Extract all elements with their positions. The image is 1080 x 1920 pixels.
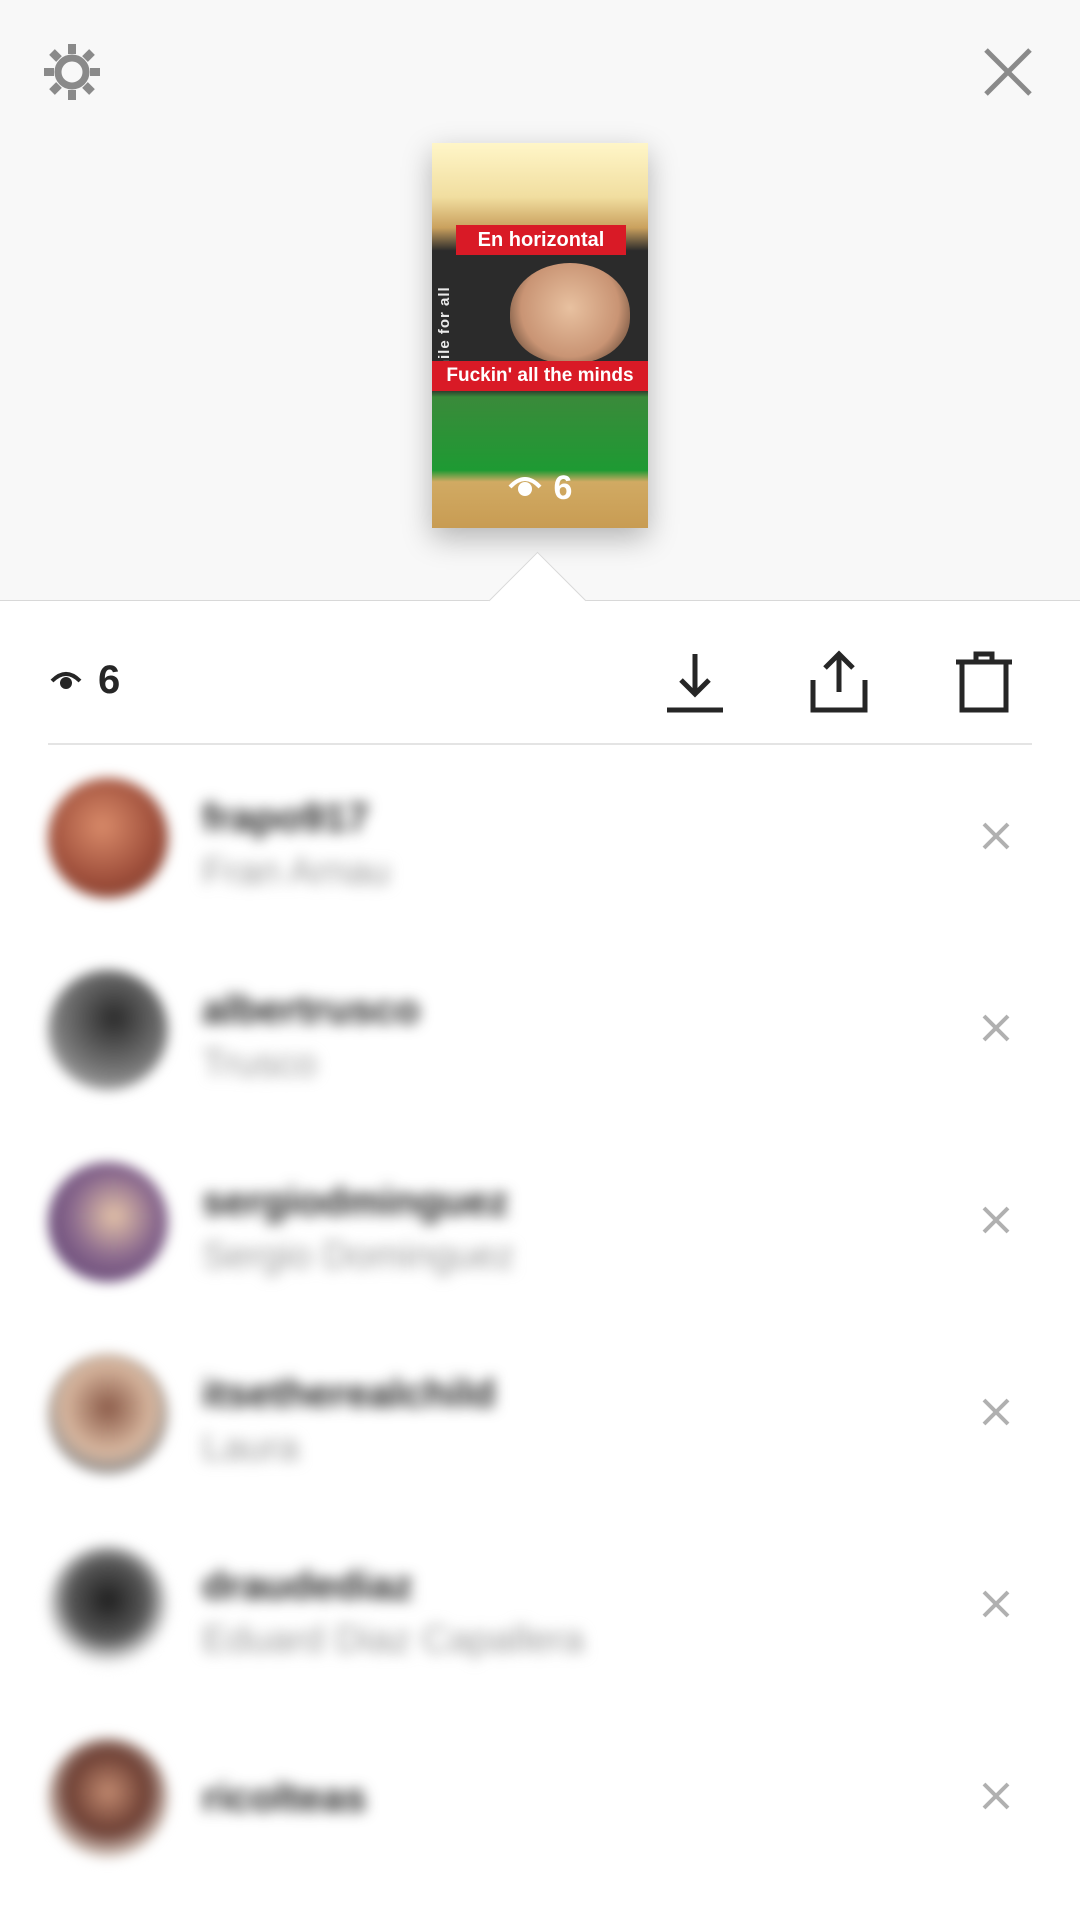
viewer-count: 6 <box>50 650 120 710</box>
close-icon <box>982 822 1010 850</box>
close-icon <box>982 1590 1010 1618</box>
close-icon <box>982 1014 1010 1042</box>
remove-viewer-button[interactable] <box>970 1002 1022 1054</box>
share-button[interactable] <box>797 640 881 724</box>
viewer-username[interactable]: itsetherealchild <box>202 1368 495 1420</box>
viewer-username[interactable]: sergiodminguez <box>202 1176 515 1228</box>
viewer-fullname: Fran Arnau <box>202 851 390 893</box>
avatar[interactable] <box>48 1162 168 1282</box>
viewer-username[interactable]: frapo917 <box>202 792 390 844</box>
viewer-fullname: Eduard Diaz Capallera <box>202 1619 585 1661</box>
story-photo-face <box>510 263 630 363</box>
viewer-username[interactable]: draudediaz <box>202 1560 584 1612</box>
remove-viewer-button[interactable] <box>970 1386 1022 1438</box>
viewer-row[interactable]: ricolteas <box>0 1720 1080 1912</box>
viewer-fullname: Sergio Dominguez <box>202 1235 515 1277</box>
eye-icon <box>508 469 542 508</box>
story-caption-bottom: Fuckin' all the minds <box>432 361 648 391</box>
story-view-count-value: 6 <box>553 468 573 507</box>
close-icon <box>982 1206 1010 1234</box>
story-view-count: 6 <box>432 468 648 508</box>
divider <box>48 743 1032 745</box>
avatar[interactable] <box>48 1738 168 1858</box>
story-thumbnail[interactable]: Chile for all En horizontal Fuckin' all … <box>432 143 648 528</box>
viewer-fullname: Laura <box>202 1427 300 1469</box>
avatar[interactable] <box>48 778 168 898</box>
viewer-list: frapo917 Fran Arnau albertrusco Trusco s… <box>0 760 1080 1912</box>
avatar[interactable] <box>48 970 168 1090</box>
viewer-fullname: Trusco <box>202 1043 317 1085</box>
viewer-count-value: 6 <box>98 657 121 702</box>
viewer-row[interactable]: frapo917 Fran Arnau <box>0 760 1080 952</box>
close-icon[interactable] <box>972 36 1044 108</box>
remove-viewer-button[interactable] <box>970 1194 1022 1246</box>
viewer-row[interactable]: albertrusco Trusco <box>0 952 1080 1144</box>
download-icon <box>667 654 723 713</box>
story-caption-top: En horizontal <box>456 225 626 255</box>
remove-viewer-button[interactable] <box>970 1578 1022 1630</box>
viewer-row[interactable]: sergiodminguez Sergio Dominguez <box>0 1144 1080 1336</box>
story-preview-area: Chile for all En horizontal Fuckin' all … <box>0 0 1080 650</box>
eye-icon <box>50 658 82 703</box>
viewer-username[interactable]: ricolteas <box>202 1772 367 1824</box>
viewer-username[interactable]: albertrusco <box>202 984 420 1036</box>
remove-viewer-button[interactable] <box>970 810 1022 862</box>
viewer-row[interactable]: itsetherealchild Laura <box>0 1336 1080 1528</box>
delete-button[interactable] <box>942 640 1026 724</box>
download-button[interactable] <box>653 640 737 724</box>
close-icon <box>982 1782 1010 1810</box>
share-icon <box>810 650 868 713</box>
close-icon <box>982 1398 1010 1426</box>
gear-icon[interactable] <box>36 36 108 108</box>
story-actions-bar: 6 <box>0 630 1080 740</box>
viewer-row[interactable]: draudediaz Eduard Diaz Capallera <box>0 1528 1080 1720</box>
trash-icon <box>956 651 1012 713</box>
remove-viewer-button[interactable] <box>970 1770 1022 1822</box>
avatar[interactable] <box>48 1354 168 1474</box>
avatar[interactable] <box>48 1546 168 1666</box>
